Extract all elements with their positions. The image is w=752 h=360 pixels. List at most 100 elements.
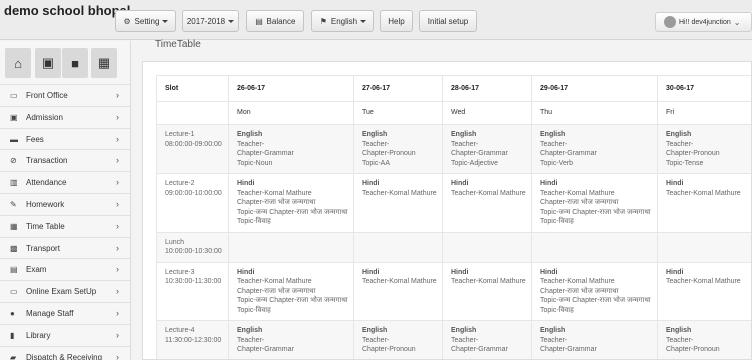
date-header: 27-06-17	[353, 75, 443, 102]
timetable-row: Lecture-1 08:00:00-09:00:00 English Teacher…	[156, 124, 751, 174]
chevron-right-icon: ›	[116, 329, 119, 340]
book-icon: ▮	[10, 330, 15, 340]
lecture-cell: English Teacher- Chapter-Pronoun Topic-Tens…	[657, 124, 751, 174]
balance-button[interactable]: ▤ Balance	[246, 10, 304, 32]
lecture-detail: Teacher-Komal Mathure	[666, 278, 741, 285]
lecture-cell	[657, 231, 751, 263]
chevron-right-icon: ›	[116, 177, 119, 188]
lecture-detail: Chapter-Pronoun	[666, 346, 720, 353]
sidebar-item[interactable]: ● Manage Staff ›	[0, 302, 131, 324]
timetable-row: Lecture-4 11:30:00-12:30:00 English Teacher…	[156, 320, 751, 359]
lecture-detail: Topic-Adjective	[451, 159, 499, 167]
sidebar-item[interactable]: ▥ Attendance ›	[0, 171, 131, 193]
sidebar-item-label: Time Table	[26, 221, 65, 231]
sidebar-item[interactable]: ▭ Front Office ›	[0, 84, 131, 106]
lecture-detail: Teacher-Komal Mathure	[237, 189, 312, 197]
sidebar-item[interactable]: ✎ Homework ›	[0, 193, 131, 215]
lecture-detail: Teacher-	[666, 336, 694, 344]
lecture-detail: Chapter-Grammar	[237, 150, 294, 157]
session-button[interactable]: 2017-2018	[182, 10, 239, 32]
timetable-panel: Slot 26-06-17 27-06-17 28-06-17 29-06-17 30-…	[142, 61, 752, 360]
slot-cell: Lunch 10:00:00-10:30:00	[156, 231, 229, 263]
subject-label: Hindi	[451, 268, 469, 276]
language-button[interactable]: ⚑ English	[311, 10, 374, 32]
chevron-right-icon: ›	[116, 90, 119, 100]
subject-label: English	[362, 131, 388, 138]
setting-label: Setting	[134, 16, 160, 26]
lecture-cell: English Teacher- Chapter-Pronoun	[657, 320, 751, 359]
lecture-cell	[531, 231, 658, 263]
lecture-cell: English Teacher- Chapter-Grammar Topic-Adje…	[442, 124, 532, 174]
lecture-detail: Chapter-Grammar	[540, 150, 597, 157]
subject-label: Hindi	[540, 180, 558, 187]
lecture-cell: English Teacher- Chapter-Pronoun Topic-AA	[353, 124, 443, 174]
timetable-row: Lecture-2 09:00:00-10:00:00 Hindi Teacher-K…	[156, 173, 751, 233]
lecture-detail: Teacher-Komal Mathure	[666, 189, 741, 197]
lecture-detail: Topic-विवाह	[237, 218, 271, 225]
gear-icon: ⚙	[123, 16, 131, 26]
money-icon: ▬	[10, 134, 18, 144]
lecture-detail: Teacher-	[540, 140, 568, 148]
lecture-detail: Topic-Noun	[237, 159, 273, 167]
lecture-cell: English Teacher- Chapter-Grammar Topic-Noun	[228, 124, 354, 174]
sidebar-item[interactable]: ▤ Exam ›	[0, 258, 131, 280]
lecture-cell: Hindi Teacher-Komal Mathure Chapter-राजा भ…	[531, 261, 658, 321]
subject-label: Hindi	[362, 180, 380, 187]
lecture-cell: English Teacher- Chapter-Grammar	[531, 320, 658, 359]
subject-label: English	[666, 131, 692, 138]
lecture-detail: Topic-जन्म Chapter-राजा भोज जन्मगाथा	[237, 208, 348, 216]
lecture-detail: Teacher-Komal Mathure	[362, 278, 437, 285]
lecture-detail: Topic-विवाह	[237, 306, 271, 314]
sidebar-item[interactable]: ⊘ Transaction ›	[0, 149, 131, 171]
lecture-detail: Teacher-	[237, 336, 265, 344]
chevron-right-icon: ›	[116, 111, 119, 122]
sidebar-item[interactable]: ▭ Online Exam SetUp ›	[0, 280, 131, 302]
lecture-detail: Chapter-Pronoun	[666, 150, 720, 157]
sidebar-item[interactable]: ▣ Admission ›	[0, 105, 131, 128]
sidebar-item[interactable]: ▮ Library ›	[0, 323, 131, 346]
brand-title: demo school bhopal	[4, 3, 131, 18]
sidebar-item-label: Admission	[26, 112, 63, 122]
slot-cell: Lecture-1 08:00:00-09:00:00	[156, 124, 229, 174]
lecture-cell: Hindi Teacher-Komal Mathure	[657, 261, 751, 321]
chevron-right-icon: ›	[116, 155, 119, 166]
subject-label: English	[237, 327, 263, 334]
help-button[interactable]: Help	[380, 10, 413, 32]
setting-button[interactable]: ⚙ Setting	[115, 10, 176, 32]
calendar-icon[interactable]: ▦	[91, 48, 117, 78]
monitor-icon: ▭	[10, 91, 18, 100]
lecture-detail: Teacher-Komal Mathure	[362, 189, 437, 197]
lecture-detail: Topic-विवाह	[540, 218, 574, 225]
subject-label: English	[451, 327, 477, 334]
lock-icon[interactable]: ■	[62, 48, 88, 78]
id-card-icon[interactable]: ▣	[35, 48, 61, 78]
sidebar-item[interactable]: ▬ Fees ›	[0, 127, 131, 150]
subject-label: Hindi	[666, 180, 684, 187]
sidebar-item[interactable]: ▰ Dispatch & Receiving ›	[0, 345, 131, 360]
lecture-detail: Topic-जन्म Chapter-राजा भोज जन्मगाथा	[540, 297, 651, 304]
day-cell: Thu	[531, 101, 658, 125]
sidebar-item-label: Online Exam SetUp	[26, 287, 97, 297]
chevron-down-icon	[162, 19, 169, 23]
lecture-cell: Hindi Teacher-Komal Mathure	[657, 173, 751, 233]
session-label: 2017-2018	[186, 16, 226, 26]
initial-setup-button[interactable]: Initial setup	[419, 10, 477, 32]
slot-time: 11:30:00-12:30:00	[165, 336, 222, 344]
sidebar-item-label: Manage Staff	[26, 309, 74, 318]
user-menu-button[interactable]: Hi!! dev4junction ⌄	[655, 12, 752, 32]
sidebar-item[interactable]: ▦ Time Table ›	[0, 214, 131, 237]
lecture-detail: Topic-AA	[362, 159, 391, 167]
home-icon[interactable]: ⌂	[5, 48, 31, 78]
date-header: 28-06-17	[442, 75, 532, 102]
lecture-detail: Teacher-Komal Mathure	[451, 189, 526, 197]
day-cell: Fri	[657, 101, 751, 125]
avatar	[664, 16, 676, 28]
timetable-table: Slot 26-06-17 27-06-17 28-06-17 29-06-17 30-…	[156, 75, 751, 359]
timetable-row: Lunch 10:00:00-10:30:00	[156, 231, 751, 263]
date-header: 29-06-17	[531, 75, 658, 102]
chevron-down-icon	[228, 19, 235, 23]
lecture-detail: Chapter-राजा भोज जन्मगाथा	[540, 287, 619, 295]
sidebar-item-label: Fees	[26, 134, 44, 144]
lecture-cell	[442, 231, 532, 263]
sidebar-item[interactable]: ▩ Transport ›	[0, 236, 131, 259]
